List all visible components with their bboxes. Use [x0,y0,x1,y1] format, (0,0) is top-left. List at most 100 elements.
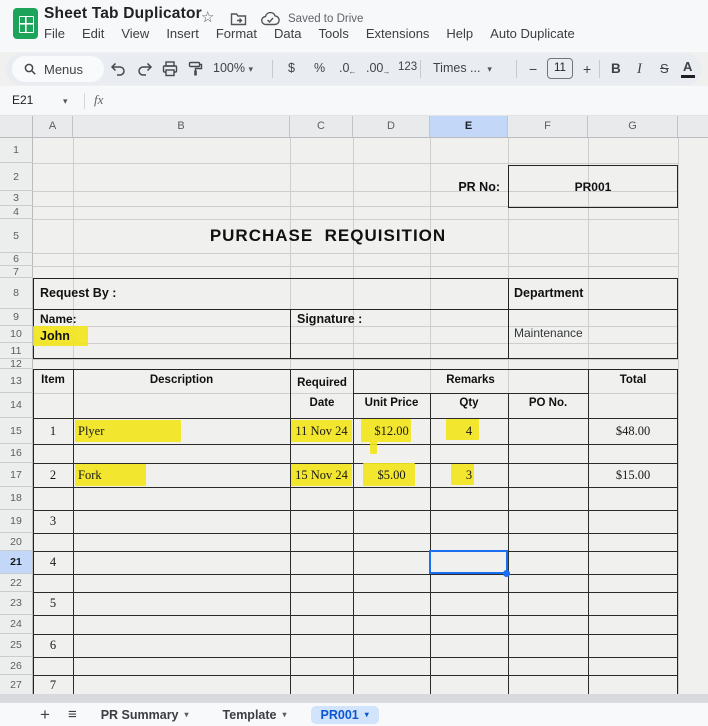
decrease-decimal-button[interactable]: .0← [339,61,357,75]
format-percent-button[interactable]: % [314,61,325,75]
cell-price-1[interactable]: $12.00 [353,418,430,444]
menu-format[interactable]: Format [216,26,257,41]
move-folder-icon[interactable] [230,12,247,26]
row-header-22[interactable]: 22 [0,574,33,592]
row-header-6[interactable]: 6 [0,253,33,266]
row-header-20[interactable]: 20 [0,533,33,551]
add-sheet-button[interactable]: + [40,705,50,725]
all-sheets-button[interactable]: ≡ [68,706,77,723]
col-header-total[interactable]: Total [588,374,678,386]
column-header-B[interactable]: B [73,116,290,137]
menu-tools[interactable]: Tools [318,26,348,41]
cell-item-3[interactable]: 3 [33,510,73,533]
format-currency-button[interactable]: $ [288,61,295,75]
name-value[interactable]: John [40,329,70,343]
row-header-13[interactable]: 13 [0,369,33,393]
col-header-item[interactable]: Item [33,374,73,386]
font-size-input[interactable]: 11 [547,58,573,79]
row-header-8[interactable]: 8 [0,278,33,309]
star-icon[interactable]: ☆ [201,8,214,26]
menu-extensions[interactable]: Extensions [366,26,430,41]
col-header-description[interactable]: Description [73,374,290,386]
form-title[interactable]: PURCHASE REQUISITION [93,226,563,246]
menu-edit[interactable]: Edit [82,26,104,41]
col-header-qty[interactable]: Qty [430,397,508,409]
row-header-14[interactable]: 14 [0,393,33,418]
document-title[interactable]: Sheet Tab Duplicator [44,5,202,23]
sheet-tab-pr001[interactable]: PR001▾ [311,706,379,724]
row-header-5[interactable]: 5 [0,219,33,253]
row-header-19[interactable]: 19 [0,510,33,533]
row-header-2[interactable]: 2 [0,163,33,191]
cell-qty-1[interactable]: 4 [430,418,508,444]
row-header-1[interactable]: 1 [0,138,33,163]
redo-button[interactable] [137,62,153,76]
chevron-down-icon[interactable]: ▾ [185,710,189,719]
undo-button[interactable] [110,62,126,76]
font-family-control[interactable]: Times ... ▾ [433,61,492,75]
row-header-18[interactable]: 18 [0,487,33,510]
chevron-down-icon[interactable]: ▾ [282,710,286,719]
cell-item-5[interactable]: 5 [33,592,73,615]
column-header-F[interactable]: F [508,116,588,137]
menus-button[interactable]: Menus [12,56,104,82]
saved-status[interactable]: Saved to Drive [288,13,363,25]
cell-description-2[interactable]: Fork [78,463,288,487]
column-header-A[interactable]: A [33,116,73,137]
col-header-remarks[interactable]: Remarks [353,374,588,386]
selected-cell-E21[interactable] [429,550,508,574]
print-button[interactable] [162,61,178,77]
row-header-16[interactable]: 16 [0,444,33,463]
more-formats-button[interactable]: 123 [398,61,417,73]
col-header-po-no[interactable]: PO No. [508,397,588,409]
row-header-15[interactable]: 15 [0,418,33,444]
chevron-down-icon[interactable]: ▾ [365,710,369,719]
department-value[interactable]: Maintenance [514,326,583,340]
row-header-9[interactable]: 9 [0,309,33,326]
row-header-12[interactable]: 12 [0,359,33,369]
menu-insert[interactable]: Insert [166,26,199,41]
cell-item-7[interactable]: 7 [33,675,73,695]
zoom-control[interactable]: 100% ▾ [213,61,253,75]
sheets-logo-icon[interactable] [13,8,38,39]
cell-qty-2[interactable]: 3 [430,463,508,487]
cell-price-2[interactable]: $5.00 [353,463,430,487]
row-header-3[interactable]: 3 [0,191,33,206]
increase-font-size-button[interactable]: + [583,61,591,77]
row-header-24[interactable]: 24 [0,615,33,634]
cell-total-2[interactable]: $15.00 [588,463,678,487]
cell-item-6[interactable]: 6 [33,634,73,657]
name-label[interactable]: Name: [40,312,77,326]
row-header-7[interactable]: 7 [0,266,33,278]
fill-handle[interactable] [503,570,510,577]
cell-description-1[interactable]: Plyer [78,418,288,444]
request-by-label[interactable]: Request By : [40,286,116,300]
decrease-font-size-button[interactable]: − [529,61,537,77]
col-header-required-date[interactable]: Required Date [292,374,352,413]
column-header-G[interactable]: G [588,116,678,137]
row-header-10[interactable]: 10 [0,326,33,343]
row-header-26[interactable]: 26 [0,657,33,675]
sheet-tab-template[interactable]: Template▾ [213,706,297,724]
grid-corner[interactable] [0,116,33,138]
column-header-C[interactable]: C [290,116,353,137]
signature-label[interactable]: Signature : [297,312,362,326]
column-header-E[interactable]: E [430,116,508,137]
row-header-23[interactable]: 23 [0,592,33,615]
cell-total-1[interactable]: $48.00 [588,418,678,444]
cell-date-2[interactable]: 15 Nov 24 [290,463,353,487]
increase-decimal-button[interactable]: .00→ [366,61,391,75]
row-header-25[interactable]: 25 [0,634,33,657]
cell-item-1[interactable]: 1 [33,418,73,444]
cell-date-1[interactable]: 11 Nov 24 [290,418,353,444]
name-box-caret-icon[interactable]: ▾ [63,96,68,107]
paint-format-button[interactable] [188,61,203,77]
row-header-17[interactable]: 17 [0,463,33,487]
bold-button[interactable]: B [611,61,621,76]
name-box[interactable]: E21 [12,93,33,107]
text-color-button[interactable]: A [683,59,692,74]
row-header-4[interactable]: 4 [0,206,33,219]
column-header-D[interactable]: D [353,116,430,137]
col-header-unit-price[interactable]: Unit Price [353,397,430,409]
menu-auto-duplicate[interactable]: Auto Duplicate [490,26,575,41]
